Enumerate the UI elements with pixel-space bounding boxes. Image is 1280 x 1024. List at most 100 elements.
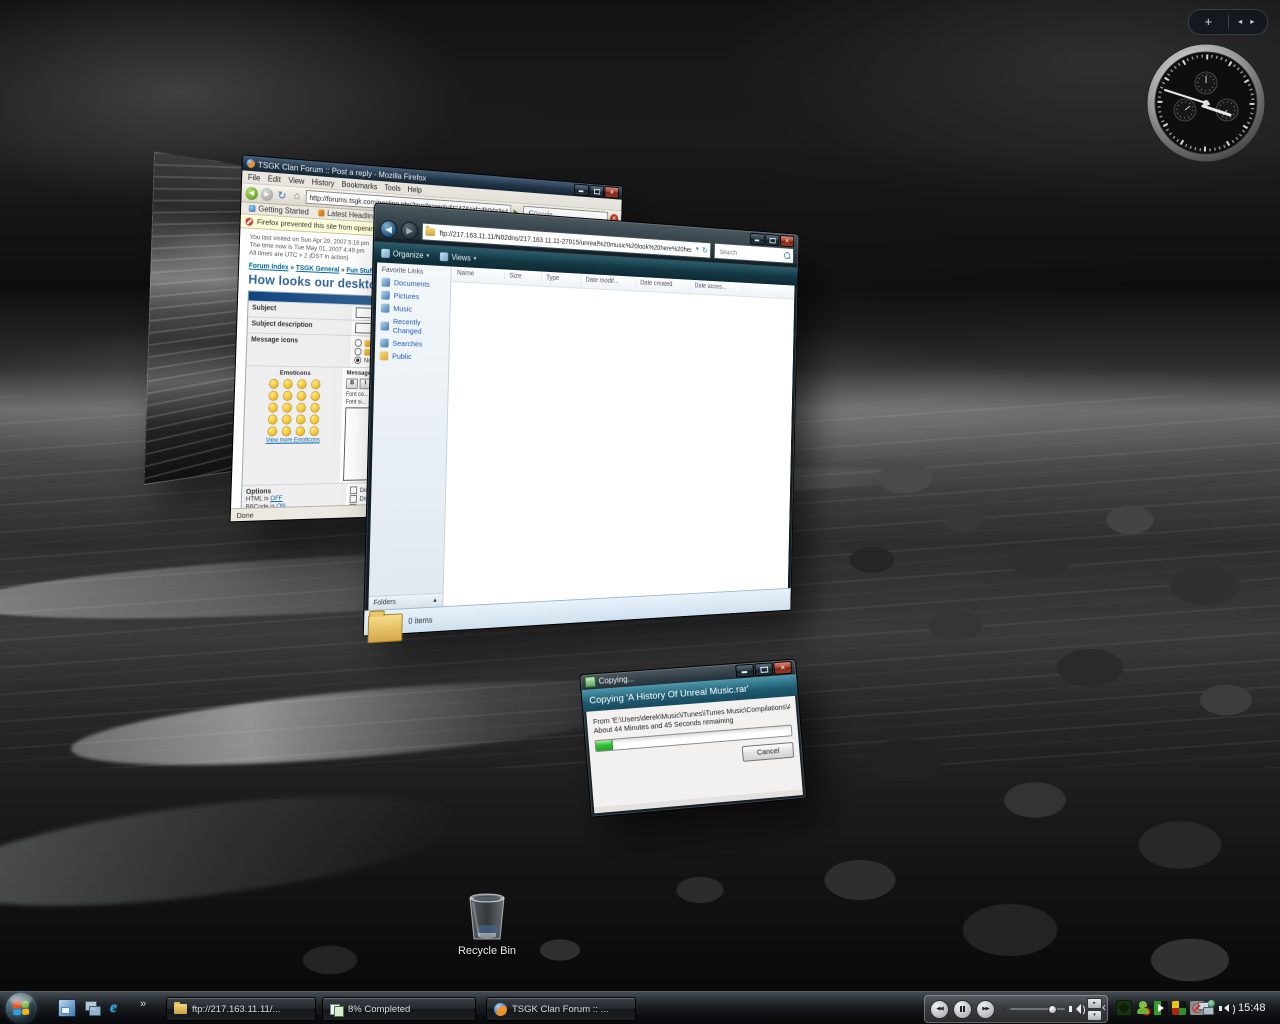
copy-icon [584, 676, 596, 688]
emoticon-icon[interactable] [269, 403, 278, 412]
switch-windows-icon[interactable] [85, 1000, 101, 1016]
home-icon[interactable]: ⌂ [291, 189, 304, 203]
maximize-button[interactable] [754, 662, 773, 676]
maximize-button[interactable] [765, 234, 779, 246]
previous-track-button[interactable]: ◀◀ [930, 1000, 949, 1019]
close-button[interactable]: × [773, 661, 792, 675]
breadcrumb-forum-index[interactable]: Forum Index [249, 263, 289, 272]
network-icon[interactable] [1198, 1001, 1214, 1015]
menu-help[interactable]: Help [408, 185, 422, 195]
view-more-emoticons-link[interactable]: View more Emoticons [244, 437, 341, 445]
emoticon-icon[interactable] [297, 380, 306, 389]
back-icon[interactable]: ◀ [380, 220, 398, 239]
minimize-button[interactable] [735, 664, 754, 678]
tray-media-icon[interactable] [1154, 1001, 1168, 1015]
emoticon-icon[interactable] [269, 415, 278, 424]
minimize-button[interactable] [574, 184, 589, 197]
recycle-bin[interactable]: Recycle Bin [455, 890, 519, 957]
column-name[interactable]: Name [457, 270, 474, 278]
show-desktop-icon[interactable] [58, 999, 76, 1017]
minimize-button[interactable] [750, 233, 765, 245]
breadcrumb-tsgk-general[interactable]: TSGK General [296, 265, 340, 274]
views-button[interactable]: Views▾ [440, 252, 476, 263]
emoticon-icon[interactable] [310, 415, 319, 424]
reload-icon[interactable]: ↻ [276, 188, 289, 202]
emoticon-icon[interactable] [310, 427, 319, 436]
taskbar-button-copy-progress[interactable]: 8% Completed [322, 997, 476, 1021]
volume-high-icon [1069, 1003, 1083, 1015]
tray-messenger-icon[interactable] [1136, 1001, 1150, 1015]
menu-file[interactable]: File [248, 172, 261, 182]
column-date-created[interactable]: Date created [640, 280, 672, 288]
add-gadget-button[interactable]: + [1189, 11, 1228, 33]
maximize-button[interactable] [589, 185, 604, 198]
taskbar-button-ftp[interactable]: ftp://217.163.11.11/... [166, 997, 316, 1021]
emoticon-icon[interactable] [296, 427, 305, 436]
menu-bookmarks[interactable]: Bookmarks [342, 179, 378, 190]
menu-tools[interactable]: Tools [384, 183, 401, 193]
emoticon-icon[interactable] [310, 403, 319, 412]
taskbar-button-firefox[interactable]: TSGK Clan Forum :: ... [486, 997, 636, 1021]
emoticon-icon[interactable] [311, 380, 320, 389]
taskbar-clock[interactable]: 15:48 [1238, 992, 1266, 1024]
emoticon-icon[interactable] [297, 392, 306, 401]
tray-collapse-chevron[interactable]: ‹ [1102, 1000, 1106, 1014]
emoticon-icon[interactable] [297, 403, 306, 412]
file-list-empty[interactable] [443, 282, 794, 606]
volume-icon[interactable] [1219, 1002, 1234, 1015]
quick-launch-overflow-chevron[interactable]: » [140, 998, 146, 1010]
address-dropdown-icon[interactable]: ▼ [695, 247, 700, 253]
emoticon-icon[interactable] [311, 392, 320, 401]
menu-view[interactable]: View [288, 175, 304, 185]
emoticon-icon[interactable] [269, 391, 278, 400]
quick-launch: e [58, 999, 117, 1017]
slider-thumb[interactable] [1048, 1005, 1057, 1014]
organize-button[interactable]: Organize▾ [381, 248, 429, 260]
tray-app-icon[interactable] [1172, 1001, 1186, 1015]
start-button[interactable] [6, 993, 36, 1023]
emoticon-icon[interactable] [283, 403, 292, 412]
sidebar-item-public[interactable]: Public [375, 349, 449, 364]
html-toggle-link[interactable]: OFF [270, 495, 282, 502]
menu-history[interactable]: History [312, 177, 335, 187]
column-date-accessed[interactable]: Date acces... [694, 283, 726, 291]
system-icons [1198, 1001, 1234, 1015]
column-size[interactable]: Size [509, 273, 521, 280]
breadcrumb-fun-stuff[interactable]: Fun Stuff [346, 267, 374, 275]
column-date-modified[interactable]: Date modif... [585, 277, 618, 285]
search-input[interactable] [718, 246, 782, 260]
sidebar-item-recently-changed[interactable]: Recently Changed [375, 314, 449, 338]
deskband-expand-button[interactable]: ▾ [1087, 1010, 1102, 1021]
refresh-icon[interactable]: ↻ [702, 245, 708, 254]
copy-dialog[interactable]: Copying... × Copying 'A History Of Unrea… [579, 659, 807, 818]
back-icon[interactable]: ◀ [245, 186, 258, 200]
gadget-page-arrows[interactable]: ◂ ▸ [1229, 11, 1268, 33]
emoticon-icon[interactable] [268, 427, 277, 436]
gadget-controls[interactable]: + ◂ ▸ [1188, 9, 1268, 35]
clock-gadget[interactable] [1145, 42, 1267, 164]
emoticon-icon[interactable] [296, 415, 305, 424]
menu-edit[interactable]: Edit [268, 174, 281, 184]
firefox-icon [494, 1003, 507, 1016]
volume-slider[interactable] [1010, 1008, 1065, 1010]
pause-button[interactable] [953, 1000, 972, 1019]
next-track-button[interactable]: ▶▶ [976, 1000, 995, 1019]
cancel-button[interactable]: Cancel [742, 742, 795, 762]
column-type[interactable]: Type [546, 275, 559, 282]
internet-explorer-icon[interactable]: e [110, 1000, 117, 1016]
close-button[interactable]: × [780, 235, 794, 247]
tray-xfire-icon[interactable] [1116, 1000, 1132, 1016]
explorer-window[interactable]: × ◀ ▶ ▼ ↻ Organize▾ Views▾ Favorite Link… [363, 202, 799, 636]
emoticon-icon[interactable] [284, 380, 293, 389]
emoticon-icon[interactable] [283, 391, 292, 400]
feed-icon [318, 209, 325, 216]
bold-button[interactable]: B [346, 378, 358, 389]
emoticon-icon[interactable] [282, 427, 291, 436]
deskband-restore-button[interactable]: ▸ [1087, 998, 1102, 1009]
emoticon-icon[interactable] [283, 415, 292, 424]
forward-icon[interactable]: ▶ [401, 221, 418, 240]
emoticon-icon[interactable] [270, 379, 279, 388]
pictures-icon [381, 291, 390, 300]
forward-icon[interactable]: ▶ [261, 187, 274, 201]
close-button[interactable]: × [605, 186, 620, 199]
